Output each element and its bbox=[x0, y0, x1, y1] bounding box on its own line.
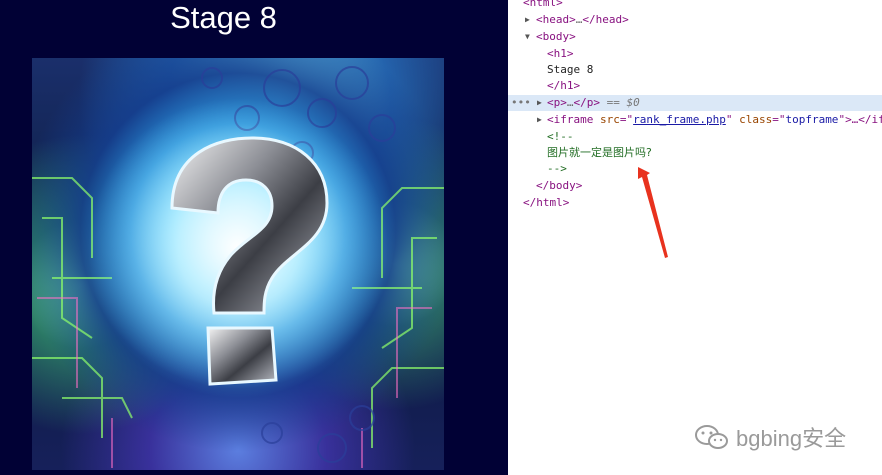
collapse-triangle-icon[interactable]: ▼ bbox=[525, 29, 530, 45]
dom-text-h1[interactable]: Stage 8 bbox=[508, 62, 882, 78]
html-close-tag: </html> bbox=[523, 196, 570, 209]
watermark: bgbing安全 bbox=[694, 424, 847, 451]
dom-node-html-close[interactable]: </html> bbox=[508, 195, 882, 211]
h1-open-tag: <h1> bbox=[547, 47, 574, 60]
p-open-tag: <p> bbox=[547, 96, 567, 109]
dom-comment-text[interactable]: 图片就一定是图片吗? bbox=[508, 145, 882, 161]
comment-open: <!-- bbox=[547, 130, 574, 143]
dom-comment-open[interactable]: <!-- bbox=[508, 129, 882, 145]
body-open-tag: <body> bbox=[536, 30, 576, 43]
iframe-src-attr: src bbox=[599, 113, 620, 126]
html-open-tag: <html> bbox=[523, 0, 563, 9]
h1-close-tag: </h1> bbox=[547, 79, 581, 92]
iframe-src-link[interactable]: rank_frame.php bbox=[633, 113, 726, 126]
iframe-open-tag: <iframe bbox=[547, 113, 594, 126]
expand-triangle-icon[interactable]: ▶ bbox=[537, 112, 542, 128]
p-ellipsis: … bbox=[566, 96, 574, 109]
dom-node-h1[interactable]: <h1> bbox=[508, 46, 882, 62]
comment-text: 图片就一定是图片吗? bbox=[547, 146, 652, 159]
iframe-class-attr: class bbox=[739, 113, 773, 126]
iframe-class-value: topframe bbox=[785, 113, 839, 126]
dom-node-head[interactable]: ▶ <head>…</head> bbox=[508, 12, 882, 28]
p-close-tag: </p> bbox=[573, 96, 601, 109]
dom-node-h1-close[interactable]: </h1> bbox=[508, 78, 882, 94]
stage-image bbox=[32, 58, 444, 470]
h1-text: Stage 8 bbox=[547, 63, 594, 76]
question-mark-artwork bbox=[32, 66, 444, 468]
devtools-elements-panel: <html> ▶ <head>…</head> ▼ <body> <h1> St… bbox=[508, 0, 882, 475]
expand-triangle-icon[interactable]: ▶ bbox=[525, 12, 530, 28]
expand-triangle-icon[interactable]: ▶ bbox=[537, 95, 542, 111]
iframe-rest: >…</if bbox=[845, 113, 882, 126]
dom-comment-close[interactable]: --> bbox=[508, 161, 882, 177]
dom-node-html[interactable]: <html> bbox=[508, 0, 882, 11]
dom-node-body-close[interactable]: </body> bbox=[508, 178, 882, 194]
dom-node-p-selected[interactable]: ••• ▶ <p>…</p> == $0 bbox=[508, 95, 882, 111]
head-close-tag: </head> bbox=[582, 13, 629, 26]
body-close-tag: </body> bbox=[536, 179, 583, 192]
dom-node-body[interactable]: ▼ <body> bbox=[508, 29, 882, 45]
red-arrow-icon bbox=[638, 167, 668, 258]
rendered-page: Stage 8 bbox=[0, 0, 508, 475]
more-options-icon[interactable]: ••• bbox=[511, 95, 531, 111]
dom-node-iframe[interactable]: ▶ <iframe src="rank_frame.php" class="to… bbox=[508, 112, 882, 128]
head-open-tag: <head> bbox=[536, 13, 576, 26]
selected-node-marker: == $0 bbox=[606, 96, 640, 109]
comment-close: --> bbox=[547, 162, 567, 175]
page-title: Stage 8 bbox=[170, 0, 277, 35]
watermark-text: bgbing安全 bbox=[736, 426, 847, 451]
wechat-icon bbox=[695, 425, 728, 449]
